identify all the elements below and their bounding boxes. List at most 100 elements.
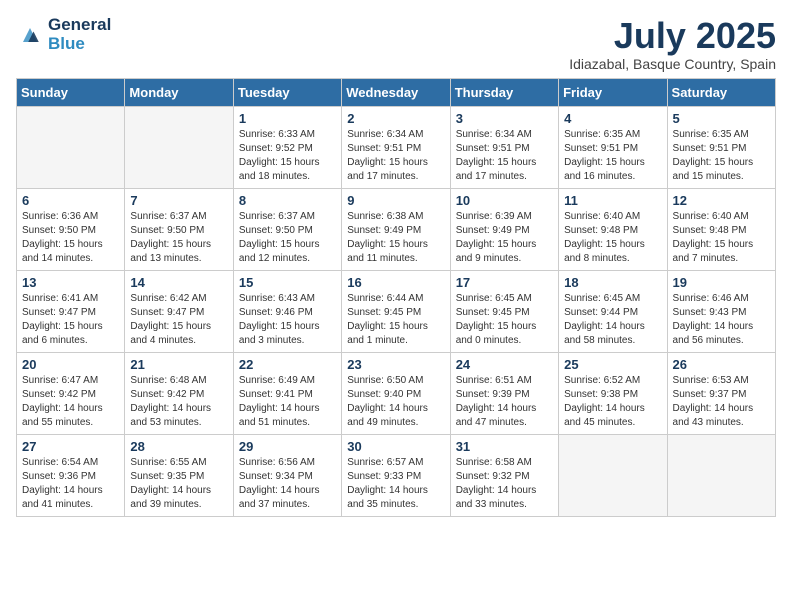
calendar-day-26: 26 Sunrise: 6:53 AM Sunset: 9:37 PM Dayli…: [667, 352, 775, 434]
day-number: 18: [564, 275, 661, 290]
calendar-day-11: 11Sunrise: 6:40 AM Sunset: 9:48 PM Dayli…: [559, 188, 667, 270]
logo-text: General Blue: [48, 16, 111, 53]
calendar-day-18: 18 Sunrise: 6:45 AM Sunset: 9:44 PM Dayli…: [559, 270, 667, 352]
day-header-wednesday: Wednesday: [342, 78, 450, 106]
calendar-day-30: 30 Sunrise: 6:57 AM Sunset: 9:33 PM Dayli…: [342, 434, 450, 516]
day-info: Sunrise: 6:41 AM Sunset: 9:47 PM Dayligh…: [22, 292, 119, 348]
calendar-day-13: 13 Sunrise: 6:41 AM Sunset: 9:47 PM Dayli…: [17, 270, 125, 352]
day-number: 6: [22, 193, 119, 208]
day-info: Sunrise: 6:44 AM Sunset: 9:45 PM Dayligh…: [347, 292, 444, 348]
day-number: 1: [239, 111, 336, 126]
day-number: 9: [347, 193, 444, 208]
calendar-week-1: 1 Sunrise: 6:33 AM Sunset: 9:52 PM Daylig…: [17, 106, 776, 188]
day-info: Sunrise: 6:58 AM Sunset: 9:32 PM Dayligh…: [456, 456, 553, 512]
day-header-friday: Friday: [559, 78, 667, 106]
calendar-empty: [559, 434, 667, 516]
calendar-day-5: 5 Sunrise: 6:35 AM Sunset: 9:51 PM Daylig…: [667, 106, 775, 188]
day-info: Sunrise: 6:34 AM Sunset: 9:51 PM Dayligh…: [456, 128, 553, 184]
calendar-day-15: 15 Sunrise: 6:43 AM Sunset: 9:46 PM Dayli…: [233, 270, 341, 352]
day-number: 19: [673, 275, 770, 290]
day-info: Sunrise: 6:50 AM Sunset: 9:40 PM Dayligh…: [347, 374, 444, 430]
day-header-thursday: Thursday: [450, 78, 558, 106]
calendar-week-5: 27 Sunrise: 6:54 AM Sunset: 9:36 PM Dayli…: [17, 434, 776, 516]
calendar-day-24: 24 Sunrise: 6:51 AM Sunset: 9:39 PM Dayli…: [450, 352, 558, 434]
calendar-table: SundayMondayTuesdayWednesdayThursdayFrid…: [16, 78, 776, 517]
calendar-header-row: SundayMondayTuesdayWednesdayThursdayFrid…: [17, 78, 776, 106]
day-info: Sunrise: 6:45 AM Sunset: 9:44 PM Dayligh…: [564, 292, 661, 348]
day-info: Sunrise: 6:47 AM Sunset: 9:42 PM Dayligh…: [22, 374, 119, 430]
day-header-saturday: Saturday: [667, 78, 775, 106]
day-number: 15: [239, 275, 336, 290]
title-block: July 2025 Idiazabal, Basque Country, Spa…: [569, 16, 776, 72]
day-info: Sunrise: 6:54 AM Sunset: 9:36 PM Dayligh…: [22, 456, 119, 512]
day-number: 23: [347, 357, 444, 372]
calendar-day-17: 17 Sunrise: 6:45 AM Sunset: 9:45 PM Dayli…: [450, 270, 558, 352]
calendar-day-22: 22 Sunrise: 6:49 AM Sunset: 9:41 PM Dayli…: [233, 352, 341, 434]
day-number: 24: [456, 357, 553, 372]
day-info: Sunrise: 6:40 AM Sunset: 9:48 PM Dayligh…: [564, 210, 661, 266]
day-info: Sunrise: 6:55 AM Sunset: 9:35 PM Dayligh…: [130, 456, 227, 512]
day-header-monday: Monday: [125, 78, 233, 106]
calendar-week-4: 20Sunrise: 6:47 AM Sunset: 9:42 PM Dayli…: [17, 352, 776, 434]
day-number: 10: [456, 193, 553, 208]
calendar-day-28: 28 Sunrise: 6:55 AM Sunset: 9:35 PM Dayli…: [125, 434, 233, 516]
day-number: 4: [564, 111, 661, 126]
calendar-week-3: 13 Sunrise: 6:41 AM Sunset: 9:47 PM Dayli…: [17, 270, 776, 352]
calendar-day-14: 14Sunrise: 6:42 AM Sunset: 9:47 PM Dayli…: [125, 270, 233, 352]
calendar-day-8: 8 Sunrise: 6:37 AM Sunset: 9:50 PM Daylig…: [233, 188, 341, 270]
day-info: Sunrise: 6:37 AM Sunset: 9:50 PM Dayligh…: [239, 210, 336, 266]
day-number: 7: [130, 193, 227, 208]
day-info: Sunrise: 6:35 AM Sunset: 9:51 PM Dayligh…: [564, 128, 661, 184]
day-number: 28: [130, 439, 227, 454]
day-number: 8: [239, 193, 336, 208]
day-header-sunday: Sunday: [17, 78, 125, 106]
day-info: Sunrise: 6:57 AM Sunset: 9:33 PM Dayligh…: [347, 456, 444, 512]
calendar-day-7: 7 Sunrise: 6:37 AM Sunset: 9:50 PM Daylig…: [125, 188, 233, 270]
day-number: 30: [347, 439, 444, 454]
day-number: 31: [456, 439, 553, 454]
calendar-day-3: 3Sunrise: 6:34 AM Sunset: 9:51 PM Daylig…: [450, 106, 558, 188]
day-number: 17: [456, 275, 553, 290]
calendar-week-2: 6Sunrise: 6:36 AM Sunset: 9:50 PM Daylig…: [17, 188, 776, 270]
day-info: Sunrise: 6:40 AM Sunset: 9:48 PM Dayligh…: [673, 210, 770, 266]
day-number: 29: [239, 439, 336, 454]
day-info: Sunrise: 6:38 AM Sunset: 9:49 PM Dayligh…: [347, 210, 444, 266]
day-number: 5: [673, 111, 770, 126]
logo: General Blue: [16, 16, 111, 53]
calendar-day-31: 31 Sunrise: 6:58 AM Sunset: 9:32 PM Dayli…: [450, 434, 558, 516]
calendar-day-12: 12 Sunrise: 6:40 AM Sunset: 9:48 PM Dayli…: [667, 188, 775, 270]
day-info: Sunrise: 6:52 AM Sunset: 9:38 PM Dayligh…: [564, 374, 661, 430]
calendar-day-4: 4 Sunrise: 6:35 AM Sunset: 9:51 PM Daylig…: [559, 106, 667, 188]
calendar-day-29: 29Sunrise: 6:56 AM Sunset: 9:34 PM Dayli…: [233, 434, 341, 516]
calendar-empty: [667, 434, 775, 516]
day-number: 25: [564, 357, 661, 372]
day-info: Sunrise: 6:43 AM Sunset: 9:46 PM Dayligh…: [239, 292, 336, 348]
day-info: Sunrise: 6:37 AM Sunset: 9:50 PM Dayligh…: [130, 210, 227, 266]
calendar-day-27: 27 Sunrise: 6:54 AM Sunset: 9:36 PM Dayli…: [17, 434, 125, 516]
day-info: Sunrise: 6:48 AM Sunset: 9:42 PM Dayligh…: [130, 374, 227, 430]
calendar-day-20: 20Sunrise: 6:47 AM Sunset: 9:42 PM Dayli…: [17, 352, 125, 434]
day-number: 22: [239, 357, 336, 372]
day-info: Sunrise: 6:53 AM Sunset: 9:37 PM Dayligh…: [673, 374, 770, 430]
calendar-day-25: 25 Sunrise: 6:52 AM Sunset: 9:38 PM Dayli…: [559, 352, 667, 434]
day-number: 12: [673, 193, 770, 208]
calendar-day-16: 16 Sunrise: 6:44 AM Sunset: 9:45 PM Dayli…: [342, 270, 450, 352]
calendar-empty: [125, 106, 233, 188]
calendar-day-9: 9 Sunrise: 6:38 AM Sunset: 9:49 PM Daylig…: [342, 188, 450, 270]
day-number: 27: [22, 439, 119, 454]
day-info: Sunrise: 6:45 AM Sunset: 9:45 PM Dayligh…: [456, 292, 553, 348]
calendar-day-1: 1 Sunrise: 6:33 AM Sunset: 9:52 PM Daylig…: [233, 106, 341, 188]
day-info: Sunrise: 6:42 AM Sunset: 9:47 PM Dayligh…: [130, 292, 227, 348]
day-info: Sunrise: 6:51 AM Sunset: 9:39 PM Dayligh…: [456, 374, 553, 430]
day-info: Sunrise: 6:39 AM Sunset: 9:49 PM Dayligh…: [456, 210, 553, 266]
day-number: 13: [22, 275, 119, 290]
day-info: Sunrise: 6:33 AM Sunset: 9:52 PM Dayligh…: [239, 128, 336, 184]
page-header: General Blue July 2025 Idiazabal, Basque…: [16, 16, 776, 72]
day-number: 16: [347, 275, 444, 290]
calendar-day-19: 19Sunrise: 6:46 AM Sunset: 9:43 PM Dayli…: [667, 270, 775, 352]
day-number: 26: [673, 357, 770, 372]
month-title: July 2025: [569, 16, 776, 56]
day-info: Sunrise: 6:49 AM Sunset: 9:41 PM Dayligh…: [239, 374, 336, 430]
day-info: Sunrise: 6:35 AM Sunset: 9:51 PM Dayligh…: [673, 128, 770, 184]
day-number: 2: [347, 111, 444, 126]
